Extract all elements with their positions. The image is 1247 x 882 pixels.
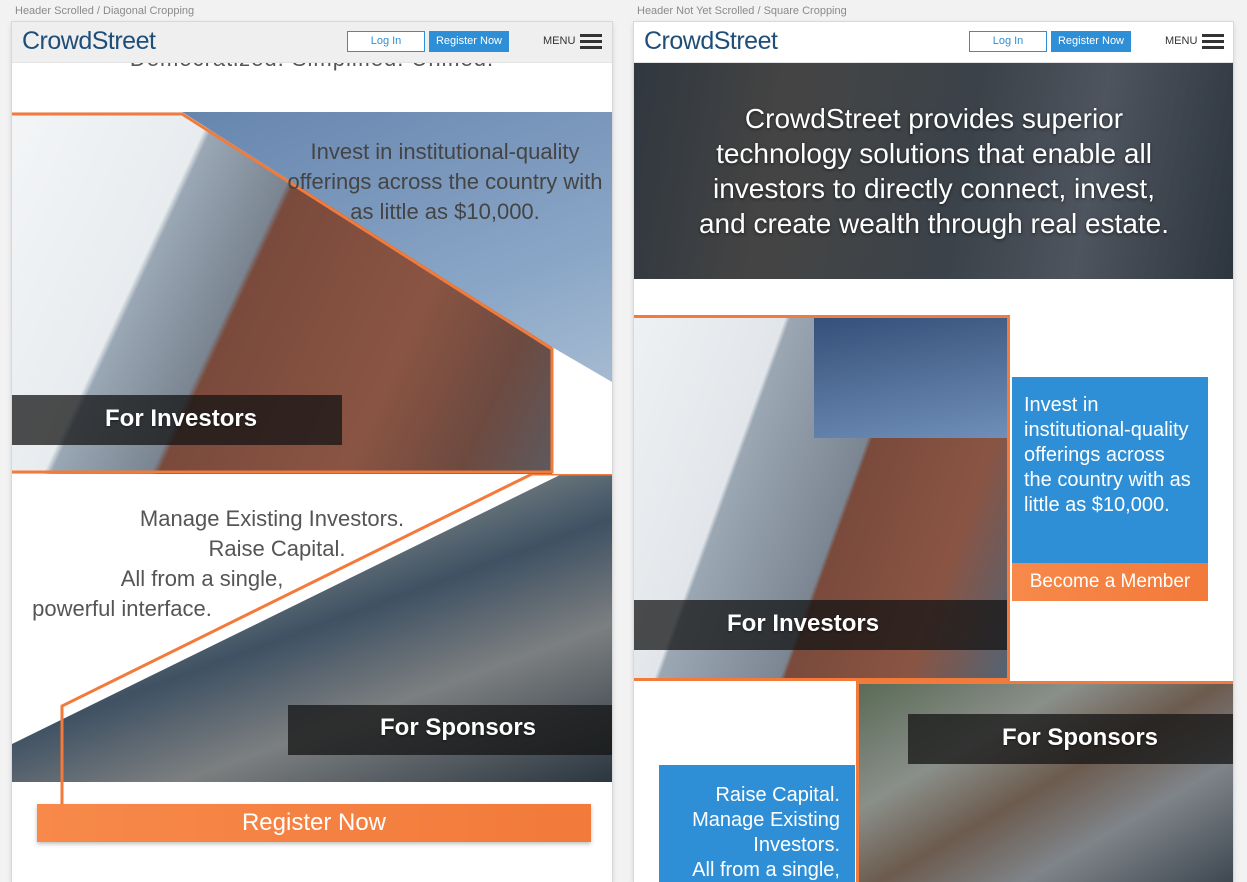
raise-line: Manage Existing <box>692 809 840 831</box>
investor-text: Invest in institutional-quality offering… <box>287 139 603 224</box>
for-sponsors-link[interactable]: For Sponsors <box>380 714 536 742</box>
sponsor-text-line: powerful interface. <box>32 596 212 621</box>
login-button[interactable]: Log In <box>969 31 1047 52</box>
register-button[interactable]: Register Now <box>1051 31 1131 52</box>
right-mockup: CrowdStreet Log In Register Now MENU Cro… <box>634 22 1233 882</box>
menu-label[interactable]: MENU <box>1165 35 1197 47</box>
become-member-button[interactable]: Become a Member <box>1012 563 1208 601</box>
investor-sky-image <box>814 318 1007 438</box>
right-caption: Header Not Yet Scrolled / Square Croppin… <box>637 5 847 17</box>
for-investors-link[interactable]: For Investors <box>727 610 879 638</box>
raise-line: Investors. <box>753 834 840 856</box>
menu-label[interactable]: MENU <box>543 35 575 47</box>
sponsor-text-line: Manage Existing Investors. <box>139 506 405 531</box>
for-sponsors-link[interactable]: For Sponsors <box>1002 724 1158 752</box>
hero-image: CrowdStreet provides superior technology… <box>634 63 1233 279</box>
sponsor-text-line: Raise Capital. <box>208 536 346 561</box>
header: CrowdStreet Log In Register Now MENU <box>12 22 612 63</box>
menu-icon[interactable] <box>1202 34 1224 49</box>
register-now-button[interactable]: Register Now <box>37 804 591 842</box>
sponsor-text-line: All from a single, <box>120 566 284 591</box>
sponsor-image <box>856 681 1233 882</box>
raise-capital-box: Raise Capital. Manage Existing Investors… <box>659 765 855 882</box>
register-button[interactable]: Register Now <box>429 31 509 52</box>
raise-line: All from a single, <box>692 859 840 881</box>
invest-box: Invest in institutional-quality offering… <box>1012 377 1208 563</box>
login-button[interactable]: Log In <box>347 31 425 52</box>
left-caption: Header Scrolled / Diagonal Cropping <box>15 5 195 17</box>
logo[interactable]: CrowdStreet <box>22 27 156 56</box>
logo[interactable]: CrowdStreet <box>644 27 778 56</box>
for-investors-link[interactable]: For Investors <box>105 405 257 433</box>
sponsor-text: Manage Existing Investors. Raise Capital… <box>12 504 432 624</box>
left-mockup: CrowdStreet Log In Register Now MENU Dem… <box>12 22 612 882</box>
hero-text: CrowdStreet provides superior technology… <box>698 103 1170 239</box>
raise-line: Raise Capital. <box>715 784 840 806</box>
header: CrowdStreet Log In Register Now MENU <box>634 22 1233 63</box>
menu-icon[interactable] <box>580 34 602 49</box>
